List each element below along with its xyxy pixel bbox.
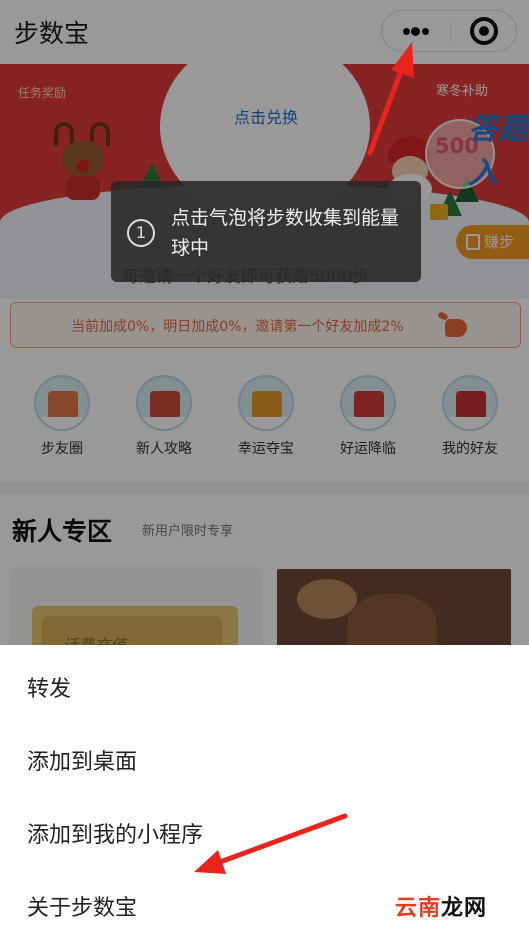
- watermark-black: 龙网: [441, 896, 488, 921]
- tip-message: 点击气泡将步数收集到能量球中: [171, 207, 400, 259]
- menu-item-label: 转发: [27, 677, 72, 702]
- menu-item-label: 关于步数宝: [27, 896, 138, 921]
- watermark-red: 云南: [395, 896, 442, 921]
- menu-item-label: 添加到桌面: [27, 750, 138, 775]
- menu-item-add-to-desktop[interactable]: 添加到桌面: [0, 722, 529, 794]
- watermark: 云南龙网: [395, 890, 487, 922]
- menu-item-label: 添加到我的小程序: [27, 823, 204, 848]
- tip-toast: 1 点击气泡将步数收集到能量球中: [111, 181, 421, 282]
- menu-item-forward[interactable]: 转发: [0, 649, 529, 721]
- action-sheet: 转发 添加到桌面 添加到我的小程序 关于步数宝: [0, 645, 529, 930]
- step-number-badge: 1: [127, 219, 155, 247]
- menu-item-add-to-my-miniprograms[interactable]: 添加到我的小程序: [0, 795, 529, 867]
